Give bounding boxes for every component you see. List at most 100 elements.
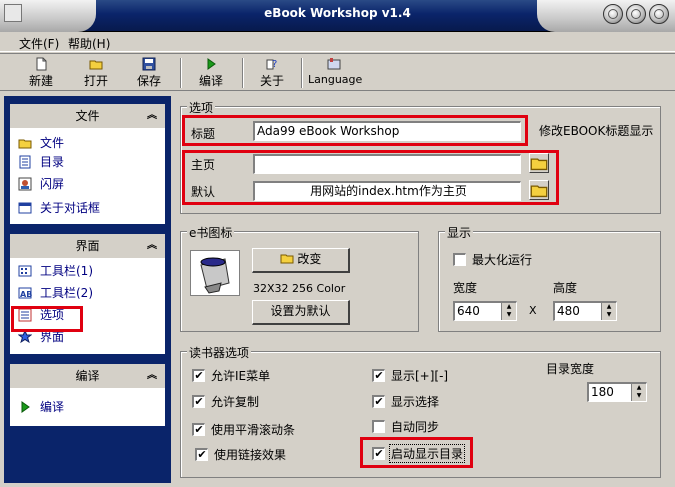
height-spin-arrows[interactable]: ▲ ▼ [601,303,616,320]
spin-down-icon[interactable]: ▼ [502,311,516,319]
height-spinner[interactable]: 480 ▲ ▼ [553,301,617,321]
link-effect-checkbox[interactable]: ✔ [195,448,208,461]
sidebar-compile-header[interactable]: 编译 ︽ [10,364,165,388]
maximize-checkbox[interactable] [453,253,466,266]
spin-up-icon[interactable]: ▲ [602,303,616,311]
menu-help[interactable]: 帮助(H) [68,35,110,52]
collapse-chevron-icon[interactable]: ︽ [147,234,157,258]
options-group-title: 选项 [187,99,216,116]
smooth-scroll-checkbox[interactable]: ✔ [192,423,205,436]
sidebar-compile-section: 编译 ︽ 编译 [10,364,165,426]
width-spin-arrows[interactable]: ▲ ▼ [501,303,516,320]
spin-up-icon[interactable]: ▲ [502,303,516,311]
sidebar-interface-section: 界面 ︽ 工具栏(1) AB 工具栏(2) 选项 界面 [10,234,165,354]
toc-width-spinner[interactable]: 180 ▲ ▼ [587,382,647,402]
title-bar-right-cap [537,0,675,32]
sidebar-file-section: 文件 ︽ 文件 目录 闪屏 关于对话框 [10,104,165,224]
compile-button[interactable]: 编译 [194,55,228,91]
show-selection-checkbox[interactable]: ✔ [372,395,385,408]
auto-sync-label: 自动同步 [391,420,440,434]
allow-ie-menu-label: 允许IE菜单 [211,369,271,383]
sidebar-item-toolbar1[interactable]: 工具栏(1) [10,260,165,282]
spin-down-icon[interactable]: ▼ [632,392,646,400]
new-file-icon [36,57,47,71]
show-selection-label: 显示选择 [391,395,440,409]
sidebar-interface-header[interactable]: 界面 ︽ [10,234,165,258]
close-button[interactable] [649,4,669,24]
open-button-label: 打开 [83,74,108,88]
toc-list-icon [19,155,31,169]
allow-ie-menu-checkbox[interactable]: ✔ [192,369,205,382]
sidebar-interface-title: 界面 [75,239,100,253]
about-button[interactable]: ? 关于 [255,55,289,91]
show-plus-minus-label: 显示[+][-] [391,369,449,383]
collapse-chevron-icon[interactable]: ︽ [147,364,157,388]
sidebar-item-file[interactable]: 文件 [10,134,165,152]
toolbar-separator [301,58,303,88]
toolbar-separator [180,58,182,88]
title-bar: eBook Workshop v1.4 [0,0,675,32]
new-button[interactable]: 新建 [24,55,58,91]
open-button[interactable]: 打开 [79,55,113,91]
icon-info: 32X32 256 Color [253,282,346,295]
splash-image-icon [18,177,32,191]
save-disk-icon [142,57,156,71]
app-window: eBook Workshop v1.4 文件(F) 帮助(H) 新建 打开 保存… [0,0,675,487]
toc-width-value: 180 [591,385,614,399]
compile-button-label: 编译 [198,74,223,88]
change-icon-button[interactable]: 改变 [252,248,350,273]
height-label: 高度 [553,281,578,295]
sidebar-item-label: 关于对话框 [40,201,101,215]
title-hint: 修改EBOOK标题显示 [539,124,654,138]
maximize-label: 最大化运行 [472,253,533,267]
collapse-chevron-icon[interactable]: ︽ [147,104,157,128]
maximize-button[interactable] [626,4,646,24]
sidebar-item-label: 工具栏(1) [40,264,93,278]
text-ab-icon: AB [18,287,32,299]
spin-down-icon[interactable]: ▼ [602,311,616,319]
menu-file[interactable]: 文件(F) [19,35,59,52]
language-button[interactable]: Language [308,55,363,91]
sidebar-file-title: 文件 [75,109,100,123]
folder-icon [18,139,32,149]
svg-text:?: ? [272,59,277,70]
sidebar-item-splash[interactable]: 闪屏 [10,172,165,196]
sidebar-item-compile[interactable]: 编译 [10,396,165,418]
toolbar: 新建 打开 保存 编译 ? 关于 Language [0,53,675,91]
sidebar-file-header[interactable]: 文件 ︽ [10,104,165,128]
sidebar-item-toolbar2[interactable]: AB 工具栏(2) [10,282,165,304]
minimize-button[interactable] [603,4,623,24]
toc-width-spin-arrows[interactable]: ▲ ▼ [631,384,646,401]
display-group-title: 显示 [445,224,474,241]
highlight-show-toc-on-start [360,437,473,468]
highlight-title-row [182,115,528,146]
new-button-label: 新建 [28,74,53,88]
dialog-window-icon [18,202,32,214]
about-button-label: 关于 [259,74,284,88]
set-default-button[interactable]: 设置为默认 [252,300,350,325]
display-group: 显示 最大化运行 宽度 高度 640 ▲ ▼ X 480 ▲ ▼ [438,224,661,332]
show-plus-minus-checkbox[interactable]: ✔ [372,369,385,382]
sidebar-compile-title: 编译 [75,369,100,383]
sidebar-item-label: 编译 [40,400,65,414]
save-button[interactable]: 保存 [132,55,166,91]
sidebar-item-toc[interactable]: 目录 [10,152,165,172]
save-button-label: 保存 [136,74,161,88]
play-icon [21,401,30,413]
width-label: 宽度 [453,281,478,295]
spin-up-icon[interactable]: ▲ [632,384,646,392]
language-button-label: Language [308,73,363,86]
sidebar-item-about-dialog[interactable]: 关于对话框 [10,196,165,220]
sidebar-item-label: 目录 [40,155,65,169]
ebook-bucket-icon [200,257,230,294]
ebook-icon-preview [190,250,240,296]
sidebar-item-label: 工具栏(2) [40,286,93,300]
width-spinner[interactable]: 640 ▲ ▼ [453,301,517,321]
open-folder-icon [89,60,103,70]
auto-sync-checkbox[interactable] [372,420,385,433]
language-icon [327,58,341,70]
sidebar-item-label: 闪屏 [40,177,65,191]
ebook-icon-group: e书图标 改变 32X32 256 Color 设置为默认 [180,224,419,332]
star-icon [18,330,32,344]
allow-copy-checkbox[interactable]: ✔ [192,395,205,408]
